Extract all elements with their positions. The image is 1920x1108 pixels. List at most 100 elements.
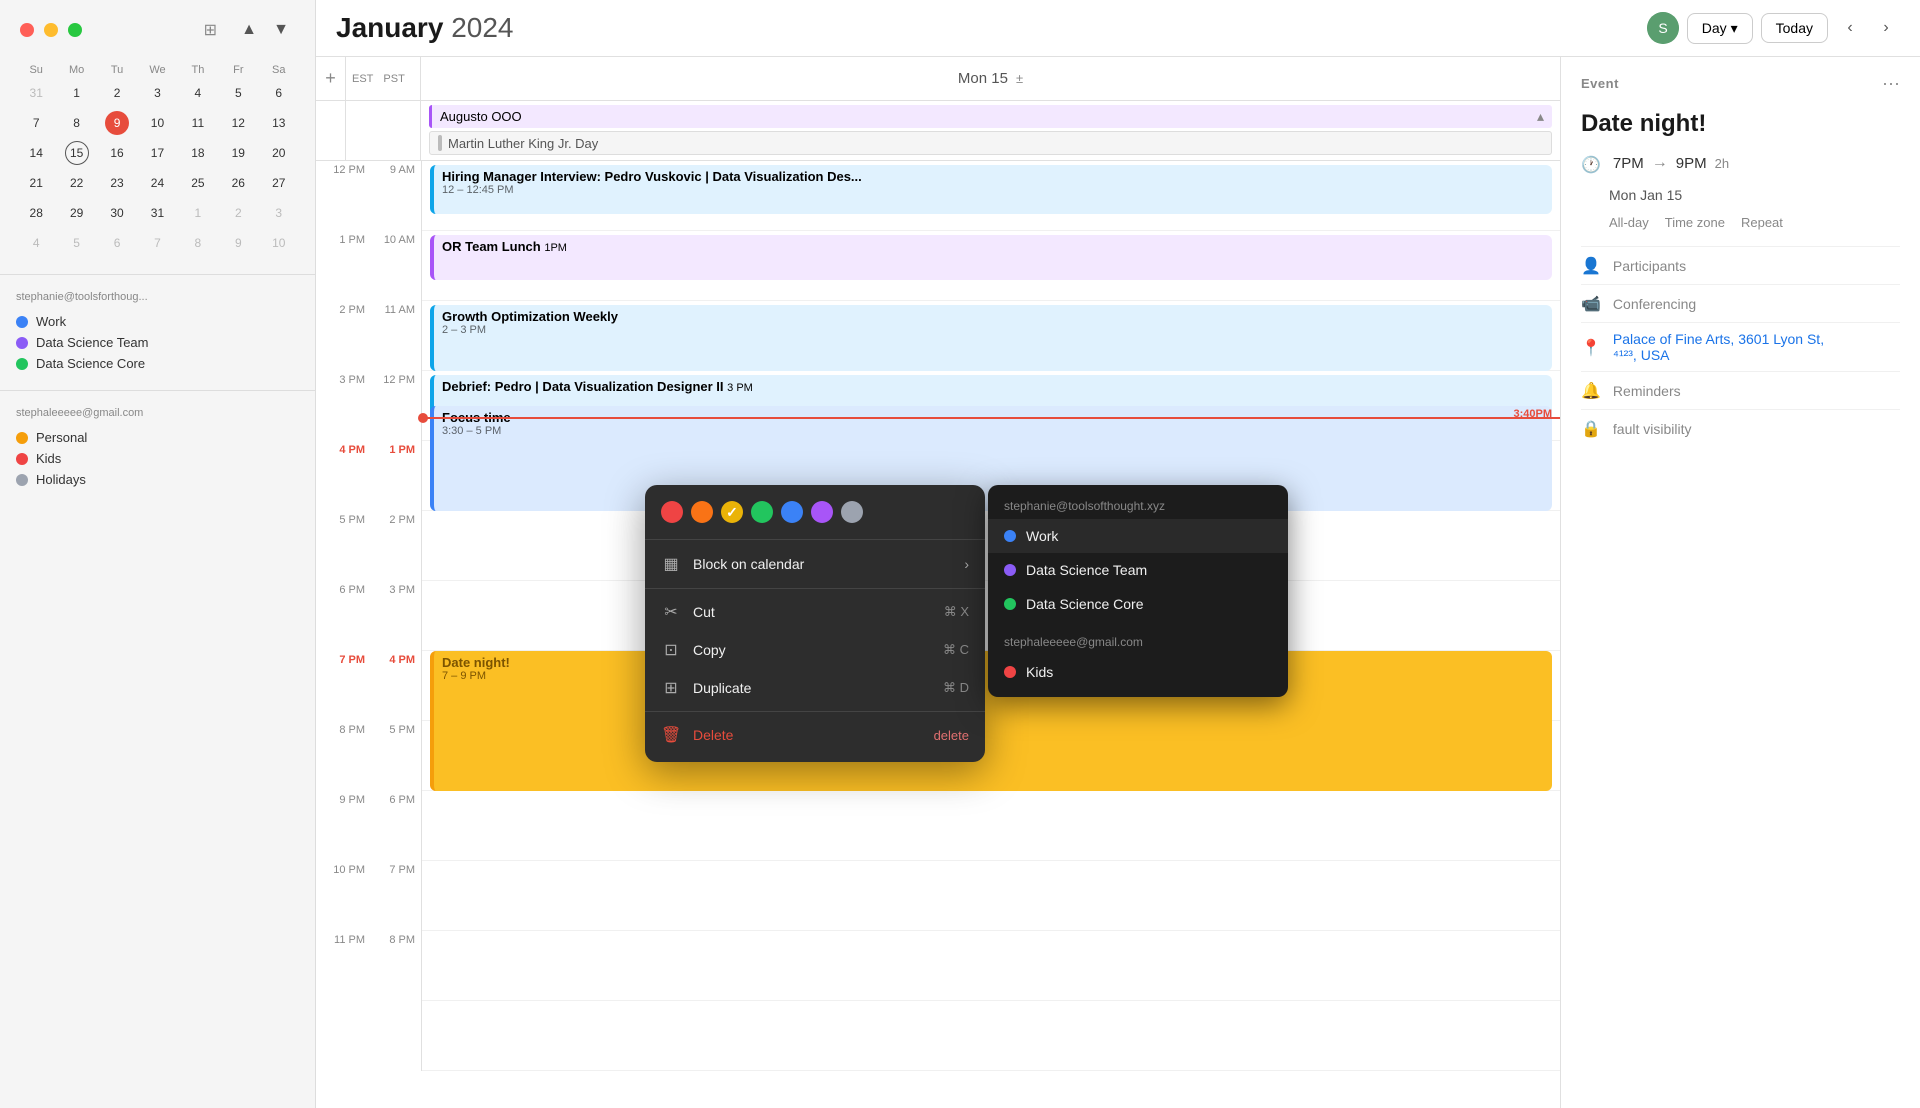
mini-cal-day[interactable]: 15 <box>56 138 96 168</box>
submenu-item-kids[interactable]: Kids <box>988 655 1288 689</box>
submenu-item-datascience-core[interactable]: Data Science Core <box>988 587 1288 621</box>
mini-cal-day[interactable]: 4 <box>16 228 56 258</box>
month-label: January <box>336 12 443 43</box>
mini-cal-day[interactable]: 29 <box>56 198 96 228</box>
menu-item-copy[interactable]: ⊡ Copy ⌘ C <box>645 631 985 669</box>
holiday-event[interactable]: Martin Luther King Jr. Day <box>429 131 1552 155</box>
close-button[interactable] <box>20 23 34 37</box>
maximize-button[interactable] <box>68 23 82 37</box>
day-header-we: We <box>137 62 177 78</box>
mini-cal-day[interactable]: 20 <box>259 138 299 168</box>
mini-cal-day[interactable]: 5 <box>218 78 258 108</box>
mini-cal-day[interactable]: 8 <box>56 108 96 138</box>
time-row-3pm: 3 PM 12 PM <box>316 371 421 441</box>
sidebar-item-datascience-team[interactable]: Data Science Team <box>16 332 299 353</box>
mini-cal-day[interactable]: 26 <box>218 168 258 198</box>
mini-cal-day[interactable]: 3 <box>137 78 177 108</box>
panel-more-button[interactable]: ··· <box>1882 73 1900 94</box>
mini-cal-day[interactable]: 9 <box>97 108 137 138</box>
timezone-add-icon[interactable]: ± <box>1016 71 1023 86</box>
sidebar-collapse-down[interactable]: ▼ <box>267 16 295 44</box>
event-detail-tabs: All-day Time zone Repeat <box>1609 215 1900 230</box>
mini-cal-day[interactable]: 9 <box>218 228 258 258</box>
color-green[interactable] <box>751 501 773 523</box>
color-purple[interactable] <box>811 501 833 523</box>
menu-item-delete[interactable]: 🗑 Delete delete <box>645 716 985 754</box>
event-or-lunch[interactable]: OR Team Lunch 1PM <box>430 235 1552 280</box>
sidebar-item-personal[interactable]: Personal <box>16 427 299 448</box>
mini-cal-day[interactable]: 19 <box>218 138 258 168</box>
avatar[interactable]: S <box>1647 12 1679 44</box>
kids-label: Kids <box>36 451 61 466</box>
tab-repeat[interactable]: Repeat <box>1741 215 1783 230</box>
mini-cal-day[interactable]: 14 <box>16 138 56 168</box>
submenu-item-datascience-team[interactable]: Data Science Team <box>988 553 1288 587</box>
current-time-label: 3:40PM <box>1513 408 1552 420</box>
event-growth-title: Growth Optimization Weekly <box>442 309 1544 324</box>
mini-cal-day[interactable]: 10 <box>137 108 177 138</box>
today-button[interactable]: Today <box>1761 13 1828 43</box>
sidebar: ⊞ ▲ ▼ Su Mo Tu We Th Fr Sa 3112345678910… <box>0 0 316 1108</box>
next-arrow[interactable]: › <box>1872 14 1900 42</box>
mini-cal-day[interactable]: 7 <box>137 228 177 258</box>
sidebar-item-work[interactable]: Work <box>16 311 299 332</box>
mini-cal-day[interactable]: 7 <box>16 108 56 138</box>
menu-item-block-on-calendar[interactable]: ▦ Block on calendar › <box>645 544 985 584</box>
mini-cal-day[interactable]: 13 <box>259 108 299 138</box>
sidebar-collapse-up[interactable]: ▲ <box>235 16 263 44</box>
sidebar-item-datascience-core[interactable]: Data Science Core <box>16 353 299 374</box>
add-event-icon[interactable]: + <box>325 68 336 89</box>
prev-arrow[interactable]: ‹ <box>1836 14 1864 42</box>
mini-cal-day[interactable]: 8 <box>178 228 218 258</box>
mini-cal-day[interactable]: 21 <box>16 168 56 198</box>
visibility-row: 🔒 fault visibility <box>1581 409 1900 447</box>
tab-timezone[interactable]: Time zone <box>1665 215 1725 230</box>
mini-cal-day[interactable]: 6 <box>97 228 137 258</box>
event-hiring[interactable]: Hiring Manager Interview: Pedro Vuskovic… <box>430 165 1552 214</box>
mini-cal-day[interactable]: 25 <box>178 168 218 198</box>
menu-item-cut[interactable]: ✂ Cut ⌘ X <box>645 593 985 631</box>
mini-cal-day[interactable]: 31 <box>16 78 56 108</box>
allday-event-augusto[interactable]: Augusto OOO ▴ <box>429 105 1552 128</box>
color-yellow[interactable]: ✓ <box>721 501 743 523</box>
mini-cal-day[interactable]: 28 <box>16 198 56 228</box>
mini-cal-day[interactable]: 22 <box>56 168 96 198</box>
mini-cal-day[interactable]: 4 <box>178 78 218 108</box>
mini-cal-day[interactable]: 5 <box>56 228 96 258</box>
mini-cal-day[interactable]: 16 <box>97 138 137 168</box>
color-red[interactable] <box>661 501 683 523</box>
sidebar-item-holidays[interactable]: Holidays <box>16 469 299 490</box>
color-blue[interactable] <box>781 501 803 523</box>
mini-cal-day[interactable]: 23 <box>97 168 137 198</box>
mini-cal-day[interactable]: 30 <box>97 198 137 228</box>
menu-item-duplicate[interactable]: ⊞ Duplicate ⌘ D <box>645 669 985 707</box>
mini-cal-day[interactable]: 2 <box>218 198 258 228</box>
mini-cal-day[interactable]: 10 <box>259 228 299 258</box>
mini-cal-day[interactable]: 31 <box>137 198 177 228</box>
mini-cal-day[interactable]: 27 <box>259 168 299 198</box>
mini-cal-day[interactable]: 6 <box>259 78 299 108</box>
tab-allday[interactable]: All-day <box>1609 215 1649 230</box>
holidays-dot <box>16 474 28 486</box>
mini-cal-day[interactable]: 3 <box>259 198 299 228</box>
submenu-account2-email: stephaleeeee@gmail.com <box>988 629 1288 655</box>
mini-cal-day[interactable]: 12 <box>218 108 258 138</box>
mini-cal-day[interactable]: 1 <box>56 78 96 108</box>
mini-cal-day[interactable]: 18 <box>178 138 218 168</box>
mini-cal-day[interactable]: 24 <box>137 168 177 198</box>
sidebar-layout-icon[interactable]: ⊞ <box>204 20 217 40</box>
mini-cal-day[interactable]: 1 <box>178 198 218 228</box>
color-orange[interactable] <box>691 501 713 523</box>
mini-cal-day[interactable]: 11 <box>178 108 218 138</box>
event-growth[interactable]: Growth Optimization Weekly 2 – 3 PM <box>430 305 1552 371</box>
color-gray[interactable] <box>841 501 863 523</box>
view-selector[interactable]: Day ▾ <box>1687 13 1753 44</box>
mini-cal-day[interactable]: 2 <box>97 78 137 108</box>
submenu-item-work[interactable]: Work <box>988 519 1288 553</box>
sidebar-item-kids[interactable]: Kids <box>16 448 299 469</box>
allday-collapse-icon[interactable]: ▴ <box>1537 108 1544 125</box>
minimize-button[interactable] <box>44 23 58 37</box>
mini-cal-day[interactable]: 17 <box>137 138 177 168</box>
submenu-datascience-core-label: Data Science Core <box>1026 596 1144 612</box>
location-row[interactable]: 📍 Palace of Fine Arts, 3601 Lyon St,⁴¹²³… <box>1581 322 1900 371</box>
